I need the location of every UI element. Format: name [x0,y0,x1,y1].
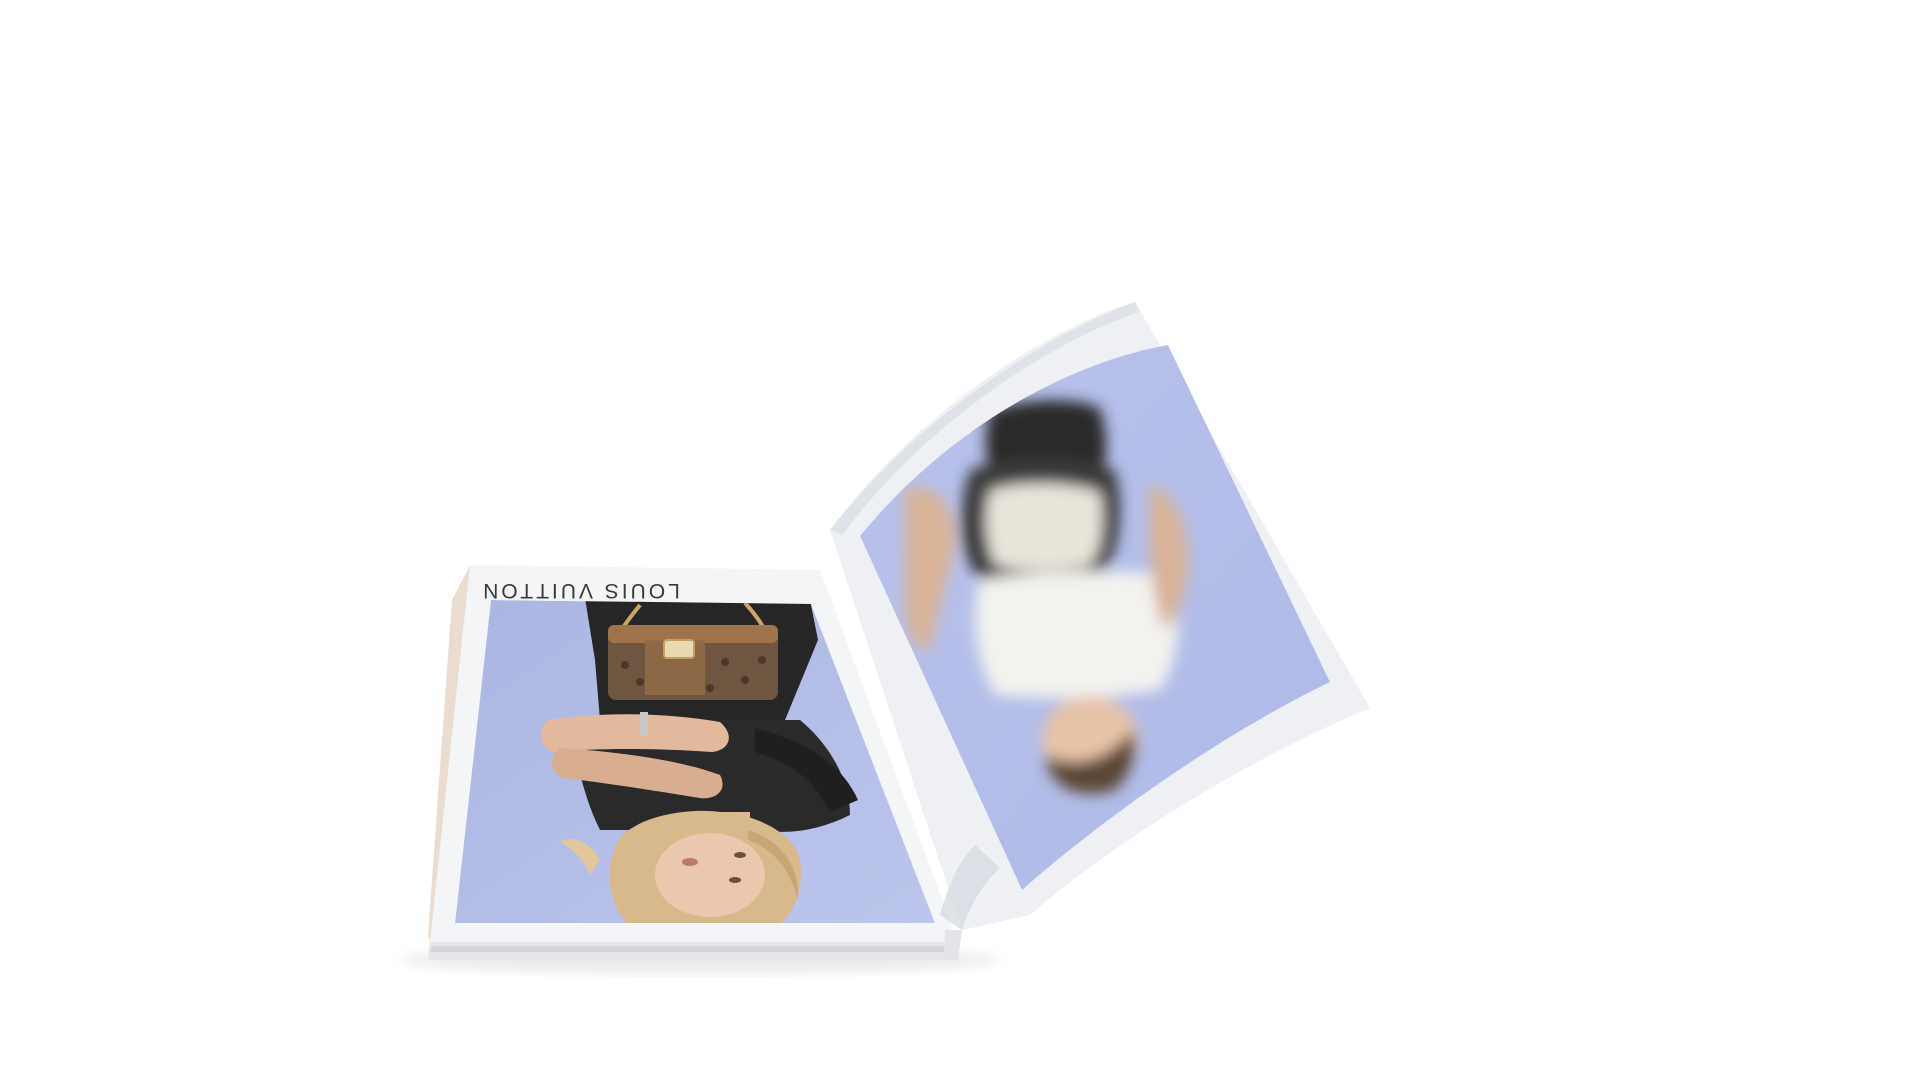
eye-right [729,877,741,883]
page-edge-line [430,946,960,952]
handbag [608,625,778,700]
lips [682,858,698,866]
white-top-blurred [975,570,1178,699]
magazine-photo: LOUIS VUITTON [400,302,1370,974]
handbag-blurred [985,483,1103,571]
eye-left [734,852,746,858]
photo-scene: LOUIS VUITTON [0,0,1920,1080]
arm-upper [540,714,729,752]
left-page-photo [455,600,935,923]
bracelet [640,712,648,736]
brand-text: LOUIS VUITTON [480,579,680,602]
face [655,833,765,917]
